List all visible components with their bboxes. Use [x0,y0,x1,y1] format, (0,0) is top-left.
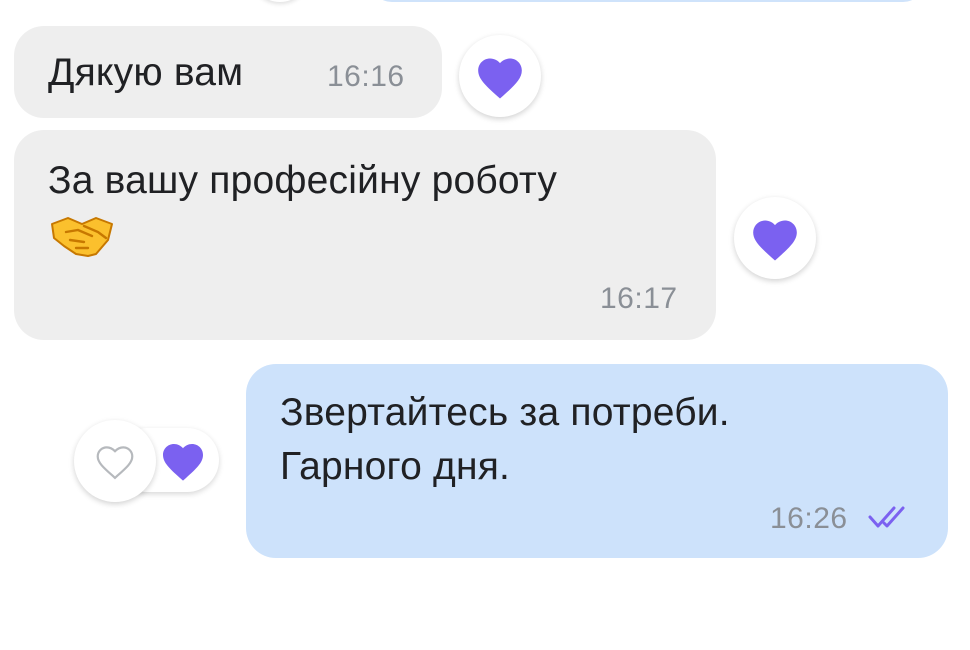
heart-outline-icon [96,446,134,480]
message-time: 16:17 [600,282,678,315]
message-text: За вашу професійну роботу [48,159,558,202]
reaction-heart-button[interactable] [459,35,541,117]
message-bubble-outgoing[interactable]: Звертайтесь за потреби. Гарного дня. 16:… [246,364,948,558]
message-time: 16:26 [770,502,848,535]
add-reaction-button[interactable] [74,420,156,502]
message-bubble-incoming[interactable]: За вашу професійну роботу 16:17 [14,130,716,340]
heart-icon [753,220,797,261]
previous-reaction-edge [250,0,310,2]
reaction-heart-button[interactable] [734,197,816,279]
previous-outgoing-bubble-edge [370,0,925,2]
message-text-line: Звертайтесь за потреби. [280,391,730,434]
message-time: 16:16 [327,60,405,93]
handshake-emoji [51,217,113,257]
message-text: Дякую вам [48,51,244,94]
double-check-icon [868,506,905,528]
heart-icon [163,444,203,481]
heart-icon [478,58,522,99]
message-bubble-incoming[interactable]: Дякую вам 16:16 [14,26,442,118]
message-text-line: Гарного дня. [280,445,511,488]
